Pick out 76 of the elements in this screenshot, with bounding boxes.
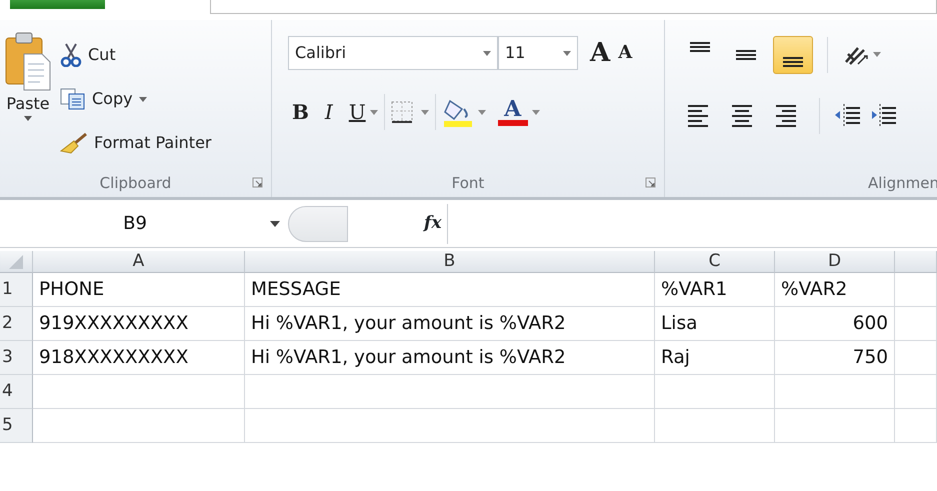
empty-cell[interactable] xyxy=(655,375,775,409)
group-label: Font xyxy=(452,172,484,194)
brush-icon xyxy=(60,132,88,154)
copy-icon xyxy=(60,88,86,110)
column-header[interactable]: B xyxy=(245,251,655,273)
underline-button[interactable]: U xyxy=(344,100,370,124)
font-name-field[interactable]: Calibri xyxy=(288,36,498,70)
table-cell: 919XXXXXXXXX xyxy=(33,307,245,341)
table-cell: Hi %VAR1, your amount is %VAR2 xyxy=(245,341,655,375)
table-cell: 600 xyxy=(775,307,895,341)
empty-cell[interactable] xyxy=(895,341,937,375)
table-cell: Lisa xyxy=(655,307,775,341)
caret-icon xyxy=(420,110,429,114)
bottom-align-button[interactable] xyxy=(773,36,813,74)
column-header[interactable] xyxy=(895,251,937,273)
group-label: Clipboard xyxy=(100,172,172,194)
empty-cell[interactable] xyxy=(895,409,937,443)
table-cell: 918XXXXXXXXX xyxy=(33,341,245,375)
font-color-button[interactable]: A xyxy=(494,96,532,128)
column-header[interactable]: A xyxy=(33,251,245,273)
row-header[interactable]: 3 xyxy=(0,341,33,375)
grow-font-button[interactable]: A xyxy=(586,38,614,68)
insert-function-button[interactable]: fx xyxy=(418,210,448,236)
table-cell: Hi %VAR1, your amount is %VAR2 xyxy=(245,307,655,341)
align-middle-icon xyxy=(736,50,756,60)
shrink-font-button[interactable]: A xyxy=(614,42,636,64)
caret-icon xyxy=(370,110,378,114)
format-painter-button[interactable]: Format Painter xyxy=(56,130,216,156)
caret-icon xyxy=(478,110,486,114)
formula-bar-handle[interactable] xyxy=(288,206,348,242)
align-bottom-icon xyxy=(783,57,803,67)
borders-icon[interactable] xyxy=(390,101,413,123)
fill-color-icon[interactable] xyxy=(442,97,474,127)
font-size-field[interactable]: 11 xyxy=(498,36,578,70)
empty-cell[interactable] xyxy=(895,375,937,409)
color-bar-icon xyxy=(498,120,528,126)
empty-cell[interactable] xyxy=(895,307,937,341)
name-box[interactable]: B9 xyxy=(0,204,270,244)
column-header[interactable]: C xyxy=(655,251,775,273)
caret-icon xyxy=(270,220,280,226)
table-cell: %VAR1 xyxy=(655,273,775,307)
row-header[interactable]: 4 xyxy=(0,375,33,409)
empty-cell[interactable] xyxy=(655,409,775,443)
file-tab[interactable] xyxy=(10,0,105,9)
dialog-launcher-icon[interactable] xyxy=(252,177,263,188)
empty-cell[interactable] xyxy=(245,375,655,409)
clipboard-icon xyxy=(4,30,52,92)
copy-button[interactable]: Copy xyxy=(56,86,216,112)
table-cell: Raj xyxy=(655,341,775,375)
caret-icon xyxy=(532,110,540,114)
caret-icon xyxy=(483,50,491,56)
caret-icon xyxy=(24,116,32,121)
empty-cell[interactable] xyxy=(245,409,655,443)
empty-cell[interactable] xyxy=(775,409,895,443)
table-cell: MESSAGE xyxy=(245,273,655,307)
table-cell: %VAR2 xyxy=(775,273,895,307)
bold-button[interactable]: B xyxy=(288,100,313,124)
caret-icon xyxy=(138,96,147,102)
column-header[interactable]: D xyxy=(775,251,895,273)
row-header[interactable]: 1 xyxy=(0,273,33,307)
empty-cell[interactable] xyxy=(775,375,895,409)
empty-cell[interactable] xyxy=(895,273,937,307)
paste-button[interactable]: Paste xyxy=(0,28,56,169)
caret-icon xyxy=(563,50,571,56)
scissors-icon xyxy=(60,42,82,67)
italic-button[interactable]: I xyxy=(320,100,337,124)
dialog-launcher-icon[interactable] xyxy=(645,177,656,188)
increase-indent-icon[interactable] xyxy=(870,103,898,129)
table-cell: 750 xyxy=(775,341,895,375)
cut-button[interactable]: Cut xyxy=(56,40,216,69)
align-top-icon xyxy=(690,42,710,52)
row-header[interactable]: 5 xyxy=(0,409,33,443)
table-cell: PHONE xyxy=(33,273,245,307)
row-header[interactable]: 2 xyxy=(0,307,33,341)
decrease-indent-icon[interactable] xyxy=(834,103,862,129)
select-all-icon[interactable] xyxy=(9,254,23,268)
